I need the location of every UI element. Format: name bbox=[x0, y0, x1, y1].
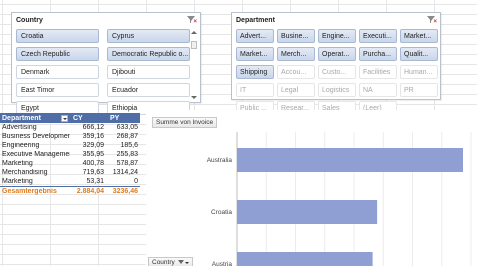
slicer-item[interactable]: Cyprus bbox=[107, 29, 190, 43]
country-items: Croatia Cyprus Czech Republic Democratic Re… bbox=[16, 29, 190, 117]
row-label: Marketing bbox=[2, 160, 33, 167]
slicer-item[interactable]: Executi... bbox=[359, 29, 397, 43]
row-value: 185,6 bbox=[120, 142, 138, 149]
row-value: 719,63 bbox=[82, 169, 104, 176]
total-cy: 2.884,04 bbox=[76, 187, 104, 195]
slicer-item[interactable]: Busine... bbox=[277, 29, 315, 43]
row-label: Advertising bbox=[2, 124, 37, 131]
pivot-chart[interactable]: Australia Croatia Austria Summe von Invoic… bbox=[146, 110, 477, 266]
scroll-down-icon[interactable] bbox=[191, 96, 197, 99]
slicer-item[interactable]: Djibouti bbox=[107, 65, 190, 79]
slicer-item[interactable]: Engine... bbox=[318, 29, 356, 43]
row-value: 355,95 bbox=[82, 151, 104, 158]
row-value: 329,09 bbox=[82, 142, 104, 149]
department-slicer-title: Department bbox=[236, 16, 275, 24]
slicer-item[interactable]: Czech Republic bbox=[16, 47, 99, 61]
pivot-header-py: PY bbox=[110, 114, 120, 122]
department-items: Advert... Busine... Engine... Executi... Mar… bbox=[236, 29, 438, 117]
pivot-row: Merchandising 719,63 1314,24 bbox=[0, 168, 140, 177]
slicer-item[interactable]: NA bbox=[359, 83, 397, 97]
row-value: 666,12 bbox=[82, 124, 104, 131]
slicer-item[interactable]: Facilities bbox=[359, 65, 397, 79]
axis-field-button[interactable]: Country bbox=[148, 257, 193, 266]
chart-bar[interactable] bbox=[237, 148, 463, 172]
pivot-row: Business Development 359,16 268,87 bbox=[0, 132, 140, 141]
pivot-row: Engineering 329,09 185,6 bbox=[0, 141, 140, 150]
country-scrollbar[interactable] bbox=[190, 29, 198, 101]
pivot-row: Advertising 666,12 633,05 bbox=[0, 123, 140, 132]
row-value: 633,05 bbox=[116, 124, 138, 131]
scroll-thumb[interactable] bbox=[191, 41, 197, 49]
pivot-row: Marketing 53,31 0 bbox=[0, 177, 140, 186]
filter-icon bbox=[177, 259, 184, 266]
scroll-up-icon[interactable] bbox=[191, 31, 197, 34]
pivot-header: Department CY PY bbox=[0, 113, 140, 123]
slicer-item[interactable]: PR bbox=[400, 83, 438, 97]
slicer-item[interactable]: Denmark bbox=[16, 65, 99, 79]
slicer-item[interactable]: East Timor bbox=[16, 83, 99, 97]
row-label: Marketing bbox=[2, 178, 33, 185]
row-value: 0 bbox=[134, 178, 138, 185]
slicer-item[interactable]: Market... bbox=[400, 29, 438, 43]
row-label: Merchandising bbox=[2, 169, 48, 176]
slicer-item[interactable]: Qualit... bbox=[400, 47, 438, 61]
chart-bar[interactable] bbox=[237, 252, 373, 266]
slicer-item[interactable]: Operat... bbox=[318, 47, 356, 61]
slicer-item[interactable]: Advert... bbox=[236, 29, 274, 43]
pivot-row: Executive Management 355,95 255,83 bbox=[0, 150, 140, 159]
pivot-body: Advertising 666,12 633,05 Business Developm… bbox=[0, 123, 140, 186]
slicer-item[interactable]: Merch... bbox=[277, 47, 315, 61]
slicer-item[interactable]: Accou... bbox=[277, 65, 315, 79]
pivot-total-row: Gesamtergebnis 2.884,04 3236,46 bbox=[0, 186, 140, 195]
row-value: 578,87 bbox=[116, 160, 138, 167]
slicer-item[interactable]: Legal bbox=[277, 83, 315, 97]
pivot-table: Department CY PY Advertising 666,12 633,05… bbox=[0, 113, 140, 195]
row-value: 1314,24 bbox=[112, 169, 138, 176]
pivot-row: Marketing 400,78 578,87 bbox=[0, 159, 140, 168]
row-label: Executive Management bbox=[2, 151, 70, 158]
row-value: 53,31 bbox=[86, 178, 104, 185]
bar-chart: Australia Croatia Austria bbox=[207, 132, 472, 266]
slicer-item[interactable]: Croatia bbox=[16, 29, 99, 43]
row-label: Business Development bbox=[2, 133, 70, 140]
slicer-item[interactable]: Custo... bbox=[318, 65, 356, 79]
pivot-header-department: Department bbox=[2, 114, 41, 122]
clear-filter-icon[interactable]: × bbox=[186, 15, 197, 25]
country-slicer[interactable]: Country × Croatia Cyprus Czech Republic Dem… bbox=[11, 12, 201, 115]
chart-bar[interactable] bbox=[237, 200, 378, 224]
row-value: 359,16 bbox=[82, 133, 104, 140]
country-slicer-header: Country × bbox=[12, 13, 200, 27]
pivot-header-cy: CY bbox=[73, 114, 83, 122]
slicer-item[interactable]: Purcha... bbox=[359, 47, 397, 61]
slicer-item[interactable]: Human... bbox=[400, 65, 438, 79]
total-label: Gesamtergebnis bbox=[2, 187, 57, 195]
slicer-item[interactable]: Market... bbox=[236, 47, 274, 61]
axis-field-label: Country bbox=[152, 259, 175, 266]
slicer-item[interactable]: Logistics bbox=[318, 83, 356, 97]
row-value: 268,87 bbox=[116, 133, 138, 140]
country-slicer-title: Country bbox=[16, 16, 43, 24]
row-value: 255,83 bbox=[116, 151, 138, 158]
total-py: 3236,46 bbox=[112, 187, 138, 195]
slicer-item[interactable]: Ecuador bbox=[107, 83, 190, 97]
clear-filter-icon[interactable]: × bbox=[426, 15, 437, 25]
category-label: Croatia bbox=[211, 209, 232, 216]
category-label: Australia bbox=[207, 157, 233, 164]
row-filter-dropdown-icon[interactable] bbox=[61, 114, 68, 122]
slicer-item[interactable]: Democratic Republic o... bbox=[107, 47, 190, 61]
category-label: Austria bbox=[212, 261, 233, 266]
value-field-button[interactable]: Summe von Invoice bbox=[152, 117, 218, 128]
department-slicer[interactable]: Department × Advert... Busine... Engine...… bbox=[231, 12, 441, 115]
department-slicer-header: Department × bbox=[232, 13, 440, 27]
row-value: 400,78 bbox=[82, 160, 104, 167]
slicer-item[interactable]: IT bbox=[236, 83, 274, 97]
row-label: Engineering bbox=[2, 142, 40, 149]
slicer-item[interactable]: Shipping bbox=[236, 65, 274, 79]
chevron-down-icon bbox=[184, 261, 189, 264]
